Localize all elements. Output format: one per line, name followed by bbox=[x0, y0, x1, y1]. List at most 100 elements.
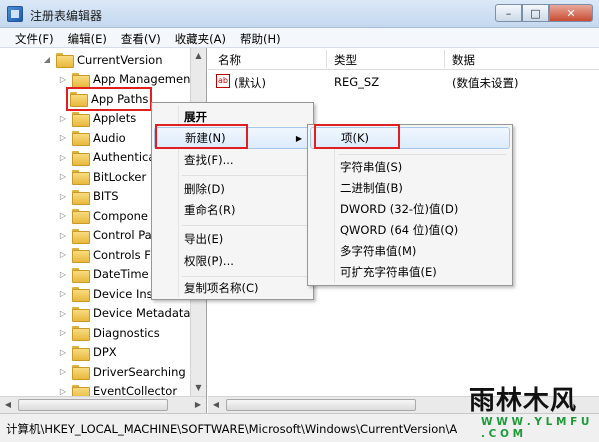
tree-item-currentversion[interactable]: ◢ CurrentVersion bbox=[42, 50, 162, 70]
menu-item-qword-value[interactable]: QWORD (64 位)值(Q) bbox=[310, 219, 510, 241]
tree-item[interactable]: ▷ Device Ins bbox=[58, 284, 153, 304]
menu-item-binary-value[interactable]: 二进制值(B) bbox=[310, 177, 510, 199]
tree-item-label: Device Ins bbox=[93, 286, 153, 301]
collapse-arrow-icon[interactable]: ◢ bbox=[42, 55, 52, 64]
menu-item-string-value[interactable]: 字符串值(S) bbox=[310, 156, 510, 178]
column-name[interactable]: 名称 bbox=[218, 52, 241, 68]
menu-item-export[interactable]: 导出(E) bbox=[154, 228, 311, 250]
tree-item-label: App Managemen bbox=[93, 72, 191, 87]
expand-arrow-icon[interactable]: ▷ bbox=[58, 270, 68, 279]
scroll-up-arrow-icon[interactable]: ▲ bbox=[191, 48, 206, 64]
expand-arrow-icon[interactable]: ▷ bbox=[58, 133, 68, 142]
expand-arrow-icon[interactable]: ▷ bbox=[58, 328, 68, 337]
folder-icon bbox=[72, 267, 90, 283]
expand-arrow-icon[interactable]: ▷ bbox=[58, 75, 68, 84]
tree-item[interactable]: ▷ Authentica bbox=[58, 148, 155, 168]
menu-item-delete[interactable]: 删除(D) bbox=[154, 178, 311, 200]
menu-item-multi-string-value[interactable]: 多字符串值(M) bbox=[310, 240, 510, 262]
maximize-button[interactable]: □ bbox=[522, 4, 549, 22]
expand-arrow-icon[interactable]: ▷ bbox=[58, 289, 68, 298]
watermark-url: W W W . Y L M F U . C O M bbox=[481, 416, 590, 440]
scroll-left-arrow-icon[interactable]: ◀ bbox=[208, 397, 224, 413]
menu-favorites[interactable]: 收藏夹(A) bbox=[168, 28, 233, 47]
scroll-down-arrow-icon[interactable]: ▼ bbox=[191, 380, 206, 396]
tree-item-label: Authentica bbox=[93, 150, 156, 165]
value-name: (默认) bbox=[234, 76, 266, 90]
tree-item[interactable]: ▷ Audio bbox=[58, 128, 126, 148]
scroll-right-arrow-icon[interactable]: ▶ bbox=[190, 397, 206, 413]
expand-arrow-icon[interactable]: ▷ bbox=[58, 250, 68, 259]
menu-item-permissions[interactable]: 权限(P)... bbox=[154, 250, 311, 272]
tree-item[interactable]: ▷ DPX bbox=[58, 343, 117, 363]
tree-item[interactable]: ▷ DriverSearching bbox=[58, 362, 186, 382]
folder-icon bbox=[72, 228, 90, 244]
window-title: 注册表编辑器 bbox=[30, 9, 103, 23]
menu-edit[interactable]: 编辑(E) bbox=[61, 28, 114, 47]
submenu-arrow-icon: ▶ bbox=[295, 134, 302, 143]
scroll-left-arrow-icon[interactable]: ◀ bbox=[0, 397, 16, 413]
scrollbar-thumb[interactable] bbox=[226, 399, 416, 411]
value-type: REG_SZ bbox=[334, 75, 380, 89]
expand-arrow-icon[interactable]: ▷ bbox=[58, 114, 68, 123]
column-divider[interactable] bbox=[444, 50, 445, 68]
menu-item-find[interactable]: 查找(F)... bbox=[154, 149, 311, 171]
menu-item-expandable-string-value[interactable]: 可扩充字符串值(E) bbox=[310, 261, 510, 283]
column-data[interactable]: 数据 bbox=[452, 52, 475, 68]
expand-arrow-icon[interactable]: ▷ bbox=[58, 211, 68, 220]
menu-item-dword-value[interactable]: DWORD (32-位)值(D) bbox=[310, 198, 510, 220]
tree-item-label: Control Pa bbox=[93, 228, 152, 243]
expand-arrow-icon[interactable]: ▷ bbox=[58, 348, 68, 357]
tree-item-label: Diagnostics bbox=[93, 325, 160, 340]
expand-arrow-icon[interactable]: ▷ bbox=[58, 231, 68, 240]
menu-file[interactable]: 文件(F) bbox=[8, 28, 61, 47]
tree-item[interactable]: ▷ Applets bbox=[58, 109, 136, 129]
regedit-app-icon bbox=[7, 6, 23, 22]
value-row-default[interactable]: ab (默认) REG_SZ (数值未设置) bbox=[208, 72, 599, 92]
tree-item[interactable]: ▷ Compone bbox=[58, 206, 148, 226]
tree-item[interactable]: ▷ Device Metadata bbox=[58, 304, 190, 324]
status-path: 计算机\HKEY_LOCAL_MACHINE\SOFTWARE\Microsof… bbox=[6, 422, 458, 436]
scrollbar-thumb[interactable] bbox=[18, 399, 168, 411]
tree-item-label: BitLocker bbox=[93, 169, 147, 184]
window-controls: – □ ✕ bbox=[495, 4, 593, 22]
menu-bar: 文件(F) 编辑(E) 查看(V) 收藏夹(A) 帮助(H) bbox=[0, 28, 599, 48]
menu-item-rename[interactable]: 重命名(R) bbox=[154, 199, 311, 221]
column-type[interactable]: 类型 bbox=[334, 52, 357, 68]
menu-view[interactable]: 查看(V) bbox=[114, 28, 168, 47]
menu-help[interactable]: 帮助(H) bbox=[233, 28, 288, 47]
tree-item[interactable]: ▷ BitLocker bbox=[58, 167, 146, 187]
expand-arrow-icon[interactable]: ▷ bbox=[58, 387, 68, 396]
tree-horizontal-scrollbar[interactable]: ◀ ▶ bbox=[0, 396, 206, 413]
value-data: (数值未设置) bbox=[452, 76, 519, 90]
tree-item[interactable]: ▷ Control Pa bbox=[58, 226, 152, 246]
column-divider[interactable] bbox=[326, 50, 327, 68]
expand-arrow-icon[interactable]: ▷ bbox=[58, 367, 68, 376]
highlight-key-box bbox=[314, 124, 400, 149]
folder-icon bbox=[72, 189, 90, 205]
tree-item[interactable]: ▷ BITS bbox=[58, 187, 119, 207]
tree-item-label: Device Metadata bbox=[93, 306, 191, 321]
watermark-logo: 雨林木风 W W W . Y L M F U . C O M bbox=[463, 378, 595, 440]
folder-icon bbox=[72, 365, 90, 381]
tree-item-label: DriverSearching bbox=[93, 364, 186, 379]
tree-item-label: Compone bbox=[93, 208, 148, 223]
folder-icon bbox=[72, 111, 90, 127]
tree-item[interactable]: ▷ Controls F bbox=[58, 245, 151, 265]
expand-arrow-icon[interactable]: ▷ bbox=[58, 153, 68, 162]
folder-icon bbox=[72, 248, 90, 264]
close-button[interactable]: ✕ bbox=[549, 4, 593, 22]
tree-item-label: BITS bbox=[93, 189, 119, 204]
expand-arrow-icon[interactable]: ▷ bbox=[58, 192, 68, 201]
tree-item-label: Audio bbox=[93, 130, 126, 145]
tree-item[interactable]: ▷ App Managemen bbox=[58, 70, 190, 90]
expand-arrow-icon[interactable]: ▷ bbox=[58, 172, 68, 181]
tree-item-label: DPX bbox=[93, 345, 117, 360]
menu-item-copy-key-name[interactable]: 复制项名称(C) bbox=[154, 277, 311, 299]
expand-arrow-icon[interactable]: ▷ bbox=[58, 309, 68, 318]
tree-item[interactable]: ▷ DateTime bbox=[58, 265, 149, 285]
tree-item[interactable]: ▷ Diagnostics bbox=[58, 323, 160, 343]
tree-item-app-paths[interactable]: App Paths bbox=[65, 87, 153, 111]
folder-icon bbox=[72, 326, 90, 342]
minimize-button[interactable]: – bbox=[495, 4, 522, 22]
title-bar: 注册表编辑器 – □ ✕ bbox=[0, 0, 599, 28]
